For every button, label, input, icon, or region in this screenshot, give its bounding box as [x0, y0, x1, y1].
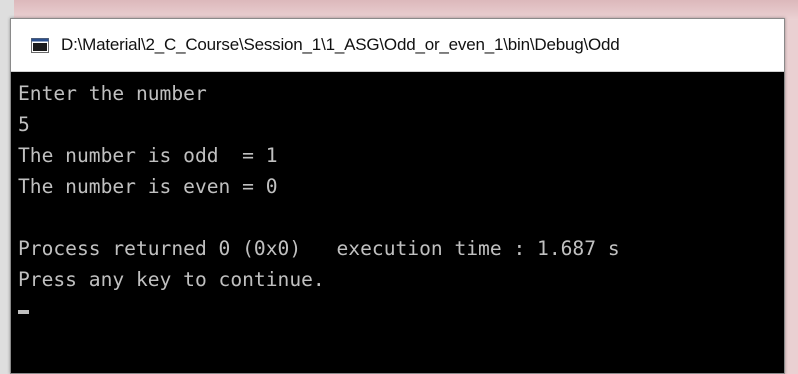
- console-line: Process returned 0 (0x0) execution time …: [18, 237, 620, 260]
- console-line: The number is odd = 1: [18, 144, 278, 167]
- window-title: D:\Material\2_C_Course\Session_1\1_ASG\O…: [61, 35, 620, 54]
- console-line: 5: [18, 113, 30, 136]
- cursor-line: [18, 295, 784, 326]
- console-output[interactable]: Enter the number 5 The number is odd = 1…: [11, 72, 784, 373]
- title-bar[interactable]: D:\Material\2_C_Course\Session_1\1_ASG\O…: [11, 19, 784, 72]
- console-line: Press any key to continue.: [18, 268, 325, 291]
- console-window-icon: [31, 37, 49, 53]
- console-line: The number is even = 0: [18, 175, 278, 198]
- console-window[interactable]: D:\Material\2_C_Course\Session_1\1_ASG\O…: [10, 18, 785, 374]
- console-line: Enter the number: [18, 82, 207, 105]
- text-cursor: [18, 309, 29, 314]
